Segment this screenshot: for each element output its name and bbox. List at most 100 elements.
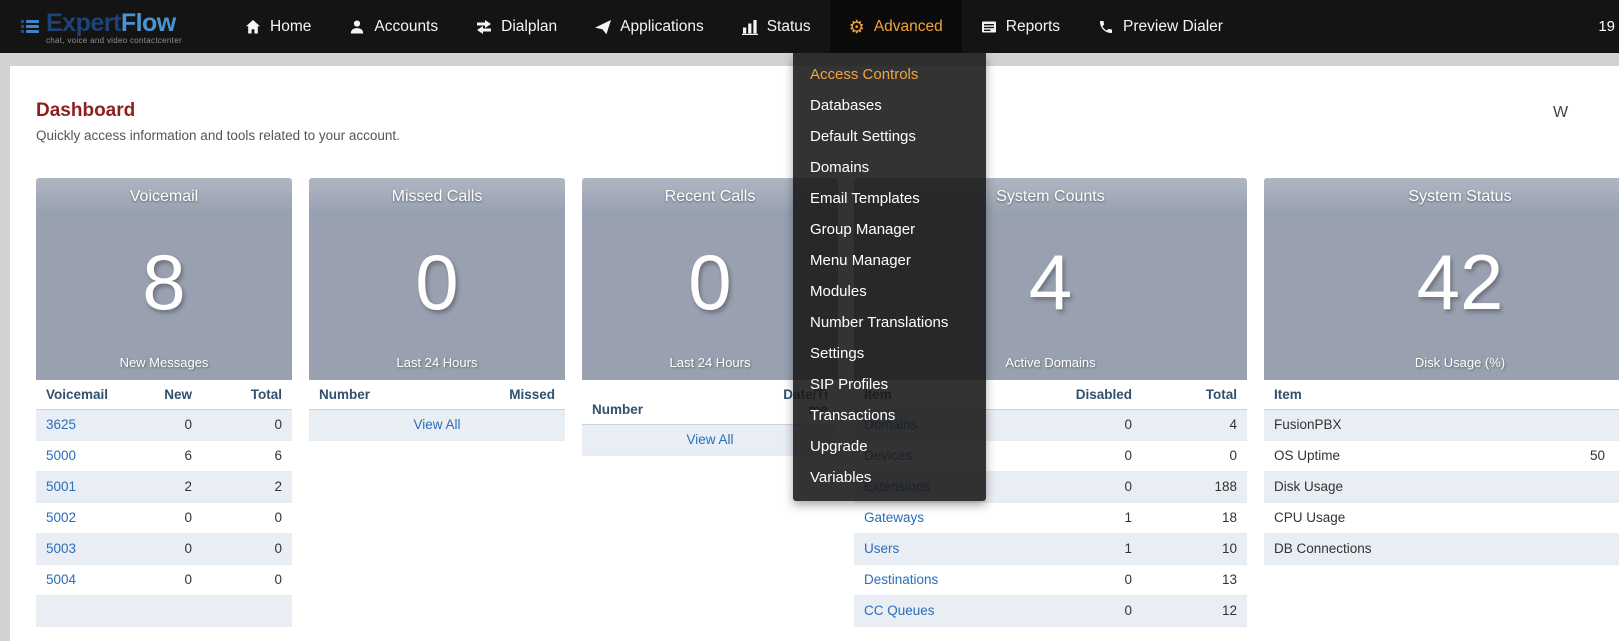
nav-item-advanced[interactable]: ⚙ Advanced: [830, 0, 962, 53]
column-header-number: Number: [309, 380, 465, 410]
table-row: 5000 6 6: [36, 441, 292, 472]
status-item: Disk Usage: [1264, 472, 1580, 503]
column-header-voicemail: Voicemail: [36, 380, 122, 410]
count-item-link[interactable]: CC Queues: [864, 603, 935, 618]
menu-item-group-manager[interactable]: Group Manager: [793, 214, 986, 245]
count-item-link[interactable]: Gateways: [864, 510, 924, 525]
nav-item-reports[interactable]: Reports: [962, 0, 1079, 53]
cell-disabled: 0: [1042, 596, 1142, 627]
column-header-number: Number: [582, 380, 766, 425]
table-row: Destinations 0 13: [854, 565, 1247, 596]
table-row: Users 1 10: [854, 534, 1247, 565]
voicemail-extension-link[interactable]: 5001: [46, 479, 76, 494]
table-header-row: Number Missed: [309, 380, 565, 410]
nav-item-label: Advanced: [874, 18, 943, 36]
count-item-link[interactable]: Users: [864, 541, 899, 556]
voicemail-extension-link[interactable]: 3625: [46, 417, 76, 432]
voicemail-extension-link[interactable]: 5002: [46, 510, 76, 525]
paper-plane-icon: [595, 19, 611, 35]
cell-total: 2: [202, 472, 292, 503]
cell-total: 0: [202, 410, 292, 441]
table-row: 5003 0 0: [36, 534, 292, 565]
brand-logo-icon: [26, 20, 39, 33]
cell-new: 0: [122, 565, 202, 596]
menu-item-menu-manager[interactable]: Menu Manager: [793, 245, 986, 276]
brand-name-primary: Expert: [46, 9, 121, 37]
cell-new: 0: [122, 410, 202, 441]
menu-item-databases[interactable]: Databases: [793, 90, 986, 121]
top-navbar: ExpertFlow chat, voice and video contact…: [0, 0, 1619, 53]
nav-item-label: Dialplan: [501, 18, 557, 36]
nav-item-label: Home: [270, 18, 311, 36]
table-row: CC Queues 0 12: [854, 596, 1247, 627]
table-row: View All: [309, 410, 565, 441]
phone-icon: [1098, 19, 1114, 35]
voicemail-extension-link[interactable]: 5000: [46, 448, 76, 463]
cell-new: 0: [122, 534, 202, 565]
cell-disabled: 0: [1042, 565, 1142, 596]
column-header-value: [1580, 380, 1619, 410]
nav-item-status[interactable]: Status: [723, 0, 830, 53]
view-all-link[interactable]: View All: [686, 432, 733, 447]
panel-hud[interactable]: 0 Last 24 Hours: [309, 215, 565, 380]
table-row: Disk Usage: [1264, 472, 1619, 503]
gear-icon: ⚙: [849, 18, 865, 36]
column-header-total: Total: [1142, 380, 1247, 410]
menu-item-number-translations[interactable]: Number Translations: [793, 307, 986, 338]
status-item: FusionPBX: [1264, 410, 1580, 441]
cell-new: 2: [122, 472, 202, 503]
nav-item-label: Reports: [1006, 18, 1060, 36]
cell-new: 6: [122, 441, 202, 472]
view-all-link[interactable]: View All: [413, 417, 460, 432]
menu-item-default-settings[interactable]: Default Settings: [793, 121, 986, 152]
table-row: Gateways 1 18: [854, 503, 1247, 534]
panel-hud[interactable]: 8 New Messages: [36, 215, 292, 380]
status-value: 50: [1580, 441, 1619, 472]
table-row: OS Uptime 50: [1264, 441, 1619, 472]
panel-hud[interactable]: 42 Disk Usage (%): [1264, 215, 1619, 380]
page-subtitle: Quickly access information and tools rel…: [36, 128, 400, 143]
nav-item-label: Preview Dialer: [1123, 18, 1223, 36]
voicemail-extension-link[interactable]: 5003: [46, 541, 76, 556]
nav-item-preview-dialer[interactable]: Preview Dialer: [1079, 0, 1242, 53]
voicemail-count-label: New Messages: [36, 355, 292, 370]
menu-item-access-controls[interactable]: Access Controls: [793, 59, 986, 90]
count-item-link[interactable]: Destinations: [864, 572, 938, 587]
cell-total: 10: [1142, 534, 1247, 565]
brand-logo[interactable]: ExpertFlow chat, voice and video contact…: [26, 9, 226, 45]
missed-calls-count: 0: [309, 215, 565, 321]
cell-total: 4: [1142, 410, 1247, 441]
panel-title: Voicemail: [36, 178, 292, 215]
nav-item-applications[interactable]: Applications: [576, 0, 723, 53]
voicemail-extension-link[interactable]: 5004: [46, 572, 76, 587]
status-item: OS Uptime: [1264, 441, 1580, 472]
status-item: DB Connections: [1264, 534, 1580, 565]
column-header-disabled: Disabled: [1042, 380, 1142, 410]
table-row: 5002 0 0: [36, 503, 292, 534]
nav-item-accounts[interactable]: Accounts: [330, 0, 457, 53]
cell-total: 0: [202, 534, 292, 565]
nav-item-label: Status: [767, 18, 811, 36]
table-row-empty: [36, 596, 292, 627]
voicemail-count: 8: [36, 215, 292, 321]
menu-item-settings[interactable]: Settings: [793, 338, 986, 369]
cell-disabled: 0: [1042, 410, 1142, 441]
menu-item-upgrade[interactable]: Upgrade: [793, 431, 986, 462]
table-header-row: Voicemail New Total: [36, 380, 292, 410]
status-item: CPU Usage: [1264, 503, 1580, 534]
welcome-text: W: [1553, 104, 1568, 122]
menu-item-email-templates[interactable]: Email Templates: [793, 183, 986, 214]
nav-item-home[interactable]: Home: [226, 0, 330, 53]
table-row: 5001 2 2: [36, 472, 292, 503]
menu-item-domains[interactable]: Domains: [793, 152, 986, 183]
voicemail-table: Voicemail New Total 3625 0 0 5000 6 6 50…: [36, 380, 292, 627]
menu-item-variables[interactable]: Variables: [793, 462, 986, 493]
nav-menu: Home Accounts Dialplan Applications Stat…: [226, 0, 1242, 53]
menu-item-modules[interactable]: Modules: [793, 276, 986, 307]
menu-item-transactions[interactable]: Transactions: [793, 400, 986, 431]
table-row: FusionPBX: [1264, 410, 1619, 441]
menu-item-sip-profiles[interactable]: SIP Profiles: [793, 369, 986, 400]
brand-name-secondary: Flow: [121, 9, 176, 37]
brand-tagline: chat, voice and video contactcenter: [46, 36, 182, 45]
nav-item-dialplan[interactable]: Dialplan: [457, 0, 576, 53]
